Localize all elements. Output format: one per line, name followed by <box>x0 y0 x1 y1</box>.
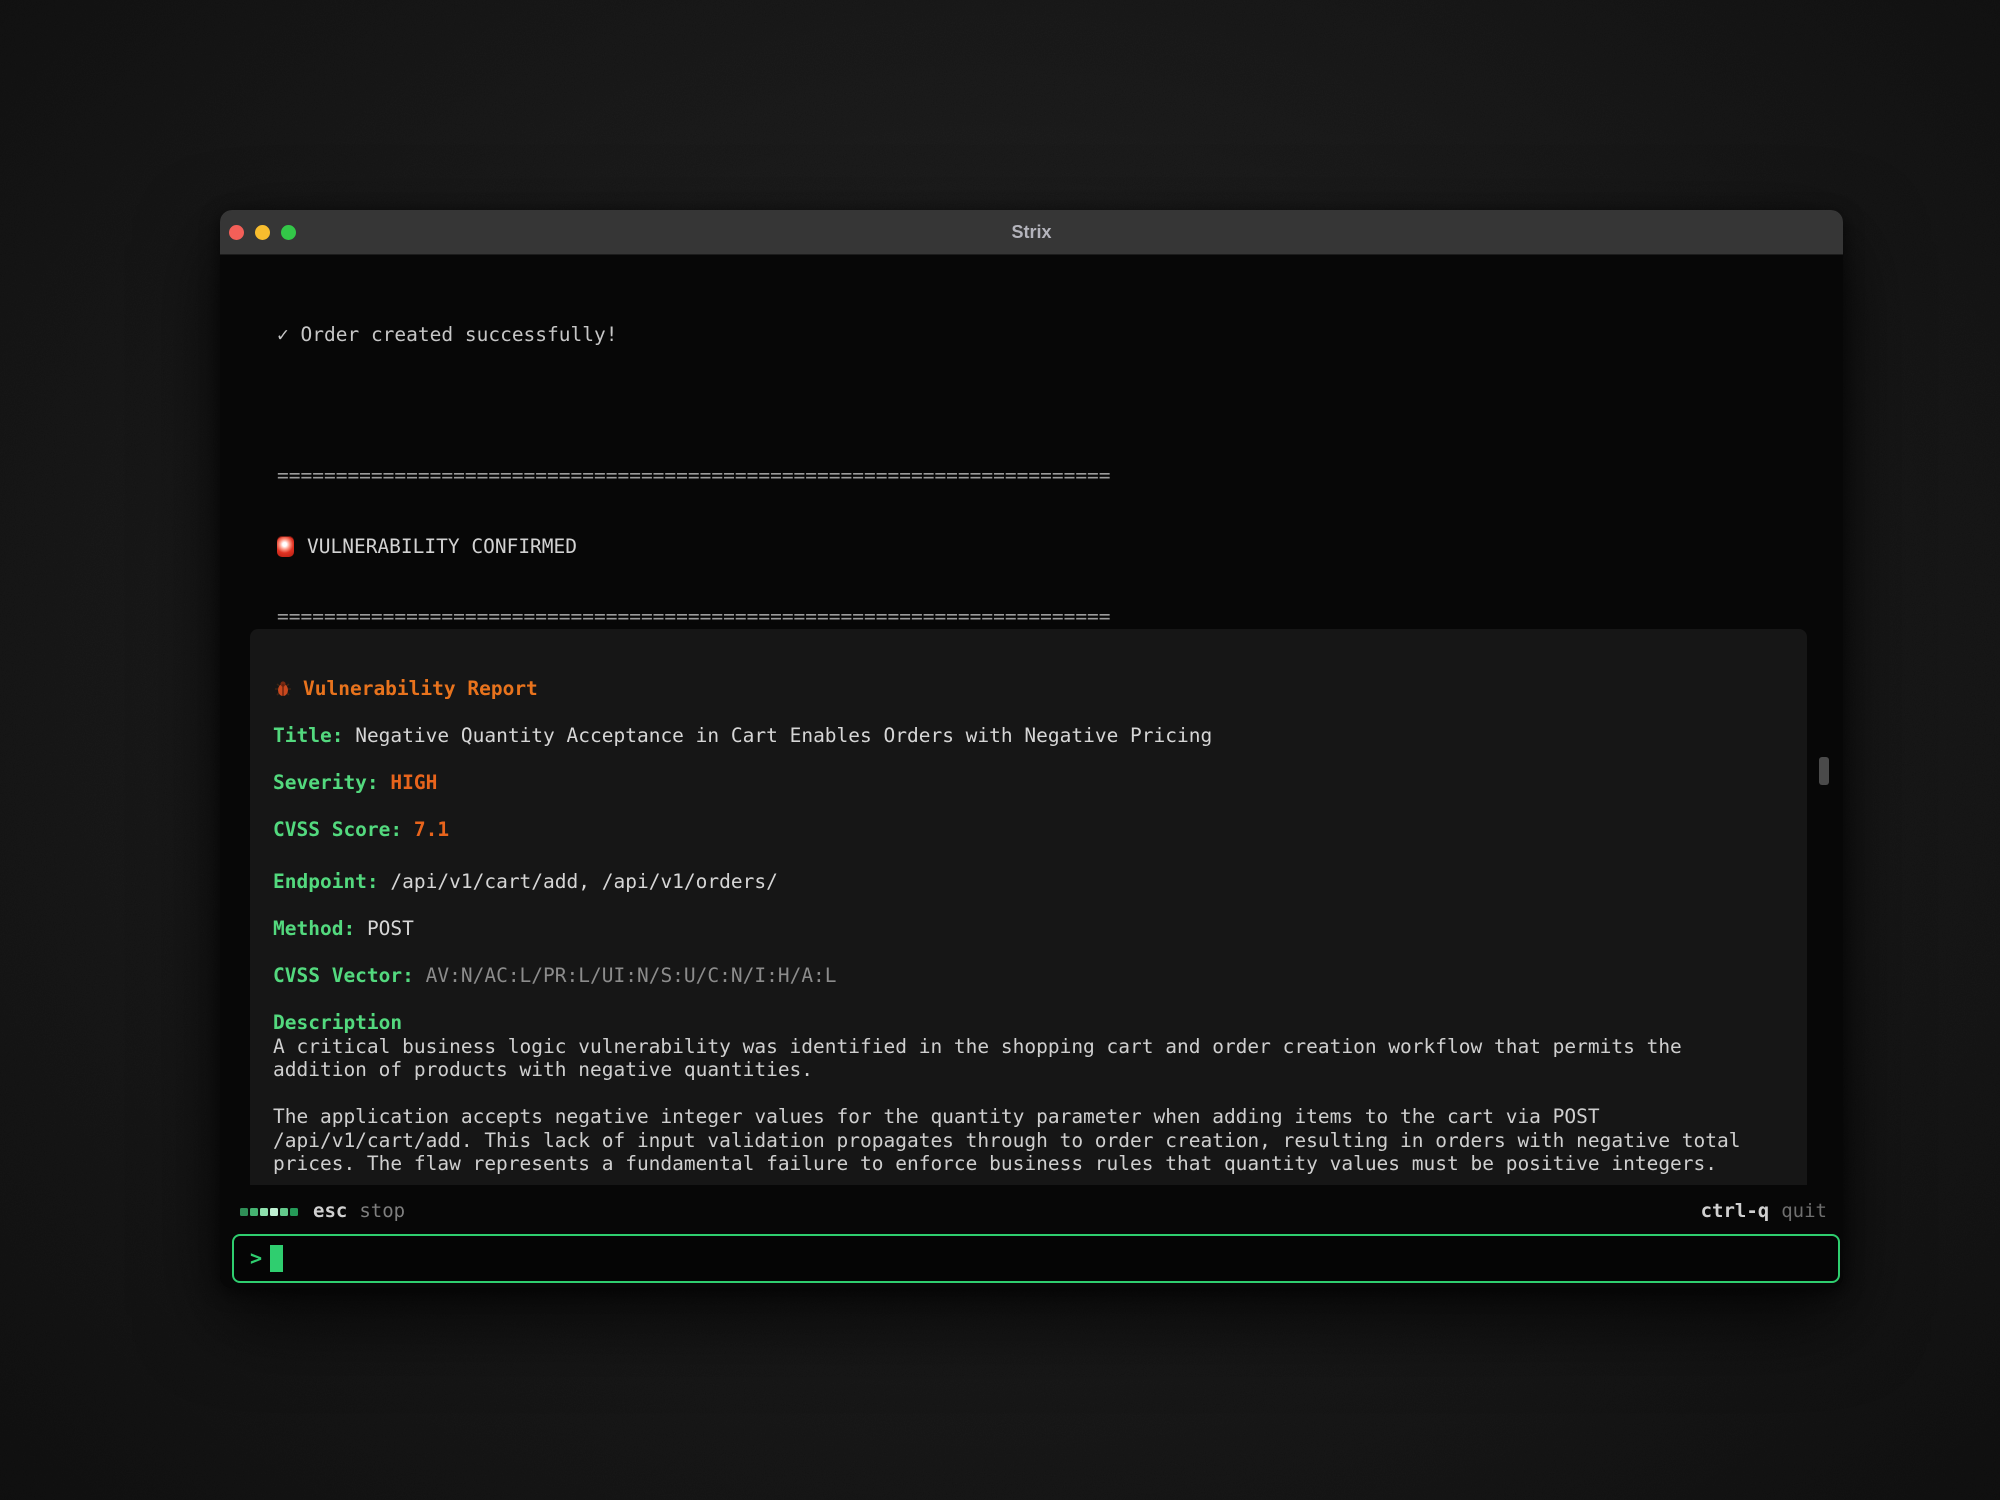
report-field-cvss-score: CVSS Score: 7.1 <box>273 818 1787 842</box>
description-line: The application accepts negative integer… <box>273 1105 1787 1129</box>
spinner-dot <box>240 1208 248 1216</box>
status-left: esc stop <box>240 1200 405 1224</box>
command-input[interactable]: > <box>232 1234 1840 1283</box>
separator-line: ========================================… <box>277 464 1843 488</box>
window-titlebar[interactable]: Strix <box>220 210 1843 255</box>
spinner-dot <box>290 1208 298 1216</box>
bug-icon <box>273 679 293 699</box>
status-bar: esc stop ctrl-q quit <box>220 1200 1843 1224</box>
esc-key-hint[interactable]: esc <box>313 1200 347 1224</box>
blank-line <box>277 394 1843 418</box>
check-icon: ✓ <box>277 323 289 346</box>
quit-key-hint[interactable]: ctrl-q <box>1701 1200 1770 1224</box>
text-cursor <box>270 1245 283 1272</box>
description-paragraph: The application accepts negative integer… <box>273 1105 1787 1176</box>
strix-terminal-window: Strix ✓ Order created successfully! ====… <box>220 210 1843 1288</box>
description-line: A critical business logic vulnerability … <box>273 1035 1787 1059</box>
separator-line: ========================================… <box>277 605 1843 629</box>
report-field-method: Method: POST <box>273 917 1787 941</box>
status-right: ctrl-q quit <box>1701 1200 1827 1224</box>
description-paragraph: A critical business logic vulnerability … <box>273 1035 1787 1082</box>
spinner-dot <box>260 1208 268 1216</box>
scroll-viewport[interactable]: ✓ Order created successfully! ==========… <box>220 255 1843 1185</box>
terminal-content: ✓ Order created successfully! ==========… <box>220 255 1843 1288</box>
success-line: ✓ Order created successfully! <box>277 323 1843 347</box>
spinner-dot <box>280 1208 288 1216</box>
description-line: addition of products with negative quant… <box>273 1058 1787 1082</box>
report-field-endpoint: Endpoint: /api/v1/cart/add, /api/v1/orde… <box>273 870 1787 894</box>
spinner-dot <box>270 1208 278 1216</box>
scrollbar-thumb[interactable] <box>1819 757 1829 785</box>
description-line: prices. The flaw represents a fundamenta… <box>273 1152 1787 1176</box>
description-line: /api/v1/cart/add. This lack of input val… <box>273 1129 1787 1153</box>
report-header: Vulnerability Report <box>273 677 1787 701</box>
window-title: Strix <box>220 210 1843 255</box>
report-field-cvss-vector: CVSS Vector: AV:N/AC:L/PR:L/UI:N/S:U/C:N… <box>273 964 1787 988</box>
esc-action-label: stop <box>359 1200 405 1224</box>
rotating-light-icon <box>277 536 294 557</box>
spinner-dot <box>250 1208 258 1216</box>
vulnerability-confirmed-banner: VULNERABILITY CONFIRMED <box>277 535 1843 559</box>
banner-text: VULNERABILITY CONFIRMED <box>307 535 577 559</box>
activity-spinner-icon <box>240 1208 298 1216</box>
report-field-title: Title: Negative Quantity Acceptance in C… <box>273 724 1787 748</box>
report-field-severity: Severity: HIGH <box>273 771 1787 795</box>
quit-action-label: quit <box>1781 1200 1827 1224</box>
vulnerability-report-panel: Vulnerability Report Title: Negative Qua… <box>250 629 1807 1185</box>
blank-line <box>273 1082 1787 1106</box>
prompt-symbol: > <box>250 1247 262 1271</box>
description-heading: Description <box>273 1011 1787 1035</box>
report-title: Vulnerability Report <box>303 677 538 701</box>
severity-badge: HIGH <box>390 771 437 794</box>
